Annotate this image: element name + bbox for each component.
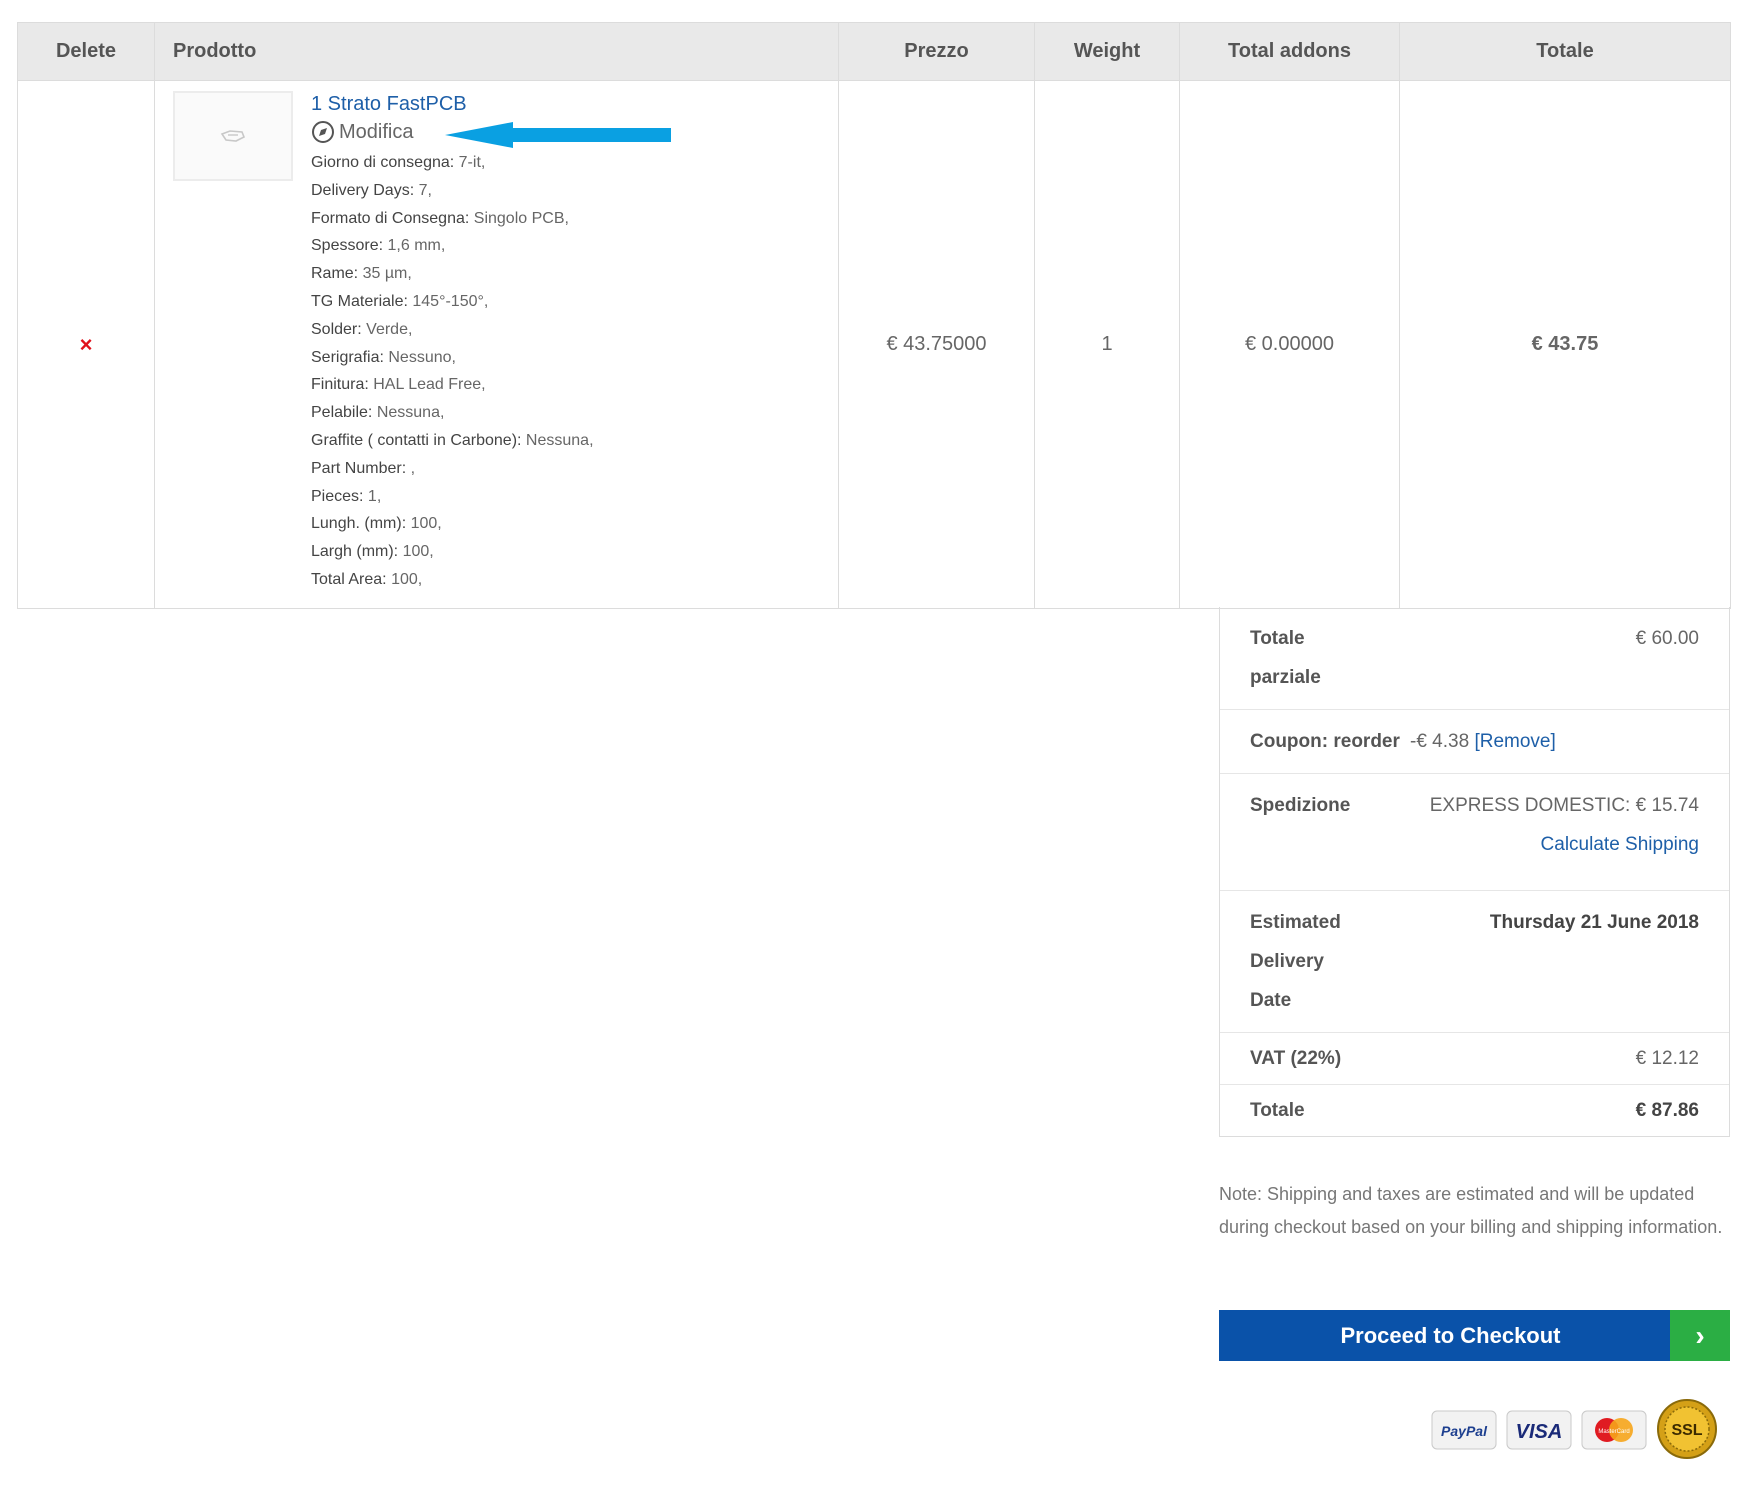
attribute-item: Pelabile: Nessuna, — [311, 404, 445, 422]
cart-table: Delete Prodotto Prezzo Weight Total addo… — [17, 22, 1731, 609]
attribute-item: Formato di Consegna: Singolo PCB, — [311, 209, 569, 227]
shipping-row: Spedizione EXPRESS DOMESTIC: € 15.74 Cal… — [1220, 774, 1729, 891]
grand-total-value: € 87.86 — [1635, 1100, 1699, 1121]
mastercard-logo-icon: MasterCard — [1581, 1410, 1647, 1450]
header-price: Prezzo — [838, 22, 1035, 81]
coupon-value: -€ 4.38 — [1410, 731, 1470, 752]
remove-coupon-link[interactable]: [Remove] — [1474, 731, 1555, 752]
header-product: Prodotto — [154, 22, 839, 81]
attribute-item: Giorno di consegna: 7-it, — [311, 154, 486, 171]
calculate-shipping-link[interactable]: Calculate Shipping — [1430, 825, 1699, 864]
coupon-row: Coupon: reorder -€ 4.38 [Remove] — [1220, 710, 1729, 774]
subtotal-value: € 60.00 — [1635, 628, 1699, 649]
attribute-item: Finitura: HAL Lead Free, — [311, 376, 486, 394]
svg-text:VISA: VISA — [1516, 1421, 1563, 1443]
product-cell: 1 Strato FastPCB Modifica Giorno di cons… — [154, 80, 839, 609]
line-total-cell: € 43.75 — [1399, 80, 1731, 609]
attribute-item: Spessore: 1,6 mm, — [311, 237, 446, 255]
cart-totals: Totale parziale € 60.00 Coupon: reorder … — [1219, 607, 1730, 1137]
subtotal-row: Totale parziale € 60.00 — [1220, 607, 1729, 710]
delivery-date-label: Estimated Delivery Date — [1250, 912, 1341, 1011]
edit-label: Modifica — [339, 120, 414, 143]
grand-total-label: Totale — [1250, 1100, 1305, 1121]
proceed-to-checkout-button[interactable]: Proceed to Checkout › — [1219, 1310, 1730, 1361]
header-total: Totale — [1399, 22, 1731, 81]
checkout-label: Proceed to Checkout — [1340, 1322, 1561, 1348]
attribute-item: Lungh. (mm): 100, — [311, 515, 442, 533]
svg-text:SSL: SSL — [1671, 1422, 1702, 1439]
svg-text:PayPal: PayPal — [1441, 1423, 1488, 1439]
chevron-right-icon: › — [1670, 1310, 1730, 1361]
paypal-logo-icon: PayPal — [1431, 1410, 1497, 1450]
product-attributes: Giorno di consegna: 7-it, Delivery Days:… — [311, 149, 594, 594]
vat-row: VAT (22%) € 12.12 — [1220, 1033, 1729, 1085]
attribute-item: Serigrafia: Nessuno, — [311, 348, 456, 366]
attribute-item: Graffite ( contatti in Carbone): Nessuna… — [311, 431, 594, 449]
vat-value: € 12.12 — [1635, 1048, 1699, 1069]
svg-text:MasterCard: MasterCard — [1598, 1429, 1629, 1435]
attribute-item: Rame: 35 µm, — [311, 265, 412, 283]
ssl-seal-icon: SSL — [1657, 1399, 1717, 1459]
placeholder-image-icon — [220, 130, 246, 142]
attribute-item: Part Number: , — [311, 459, 416, 477]
addons-cell: € 0.00000 — [1179, 80, 1400, 609]
grand-total-row: Totale € 87.86 — [1220, 1085, 1729, 1136]
product-thumbnail[interactable] — [173, 91, 293, 181]
delete-item-icon[interactable]: × — [80, 332, 93, 357]
weight-cell: 1 — [1034, 80, 1180, 609]
vat-label: VAT (22%) — [1250, 1048, 1342, 1069]
attribute-item: Delivery Days: 7, — [311, 181, 432, 199]
cart-header-row: Delete Prodotto Prezzo Weight Total addo… — [17, 22, 1731, 81]
product-name-link[interactable]: 1 Strato FastPCB — [311, 91, 594, 117]
cart-item-row: × 1 Strato FastPCB Modifica Giorno di co… — [17, 80, 1731, 609]
header-weight: Weight — [1034, 22, 1180, 81]
attribute-item: Pieces: 1, — [311, 487, 382, 505]
subtotal-label: Totale parziale — [1250, 628, 1321, 688]
shipping-note: Note: Shipping and taxes are estimated a… — [1219, 1184, 1723, 1237]
delete-cell: × — [17, 80, 155, 609]
attribute-item: TG Materiale: 145°-150°, — [311, 292, 489, 310]
delivery-date-value: Thursday 21 June 2018 — [1489, 912, 1699, 933]
attribute-item: Total Area: 100, — [311, 570, 423, 588]
shipping-value: EXPRESS DOMESTIC: € 15.74 — [1429, 795, 1699, 816]
attribute-item: Solder: Verde, — [311, 320, 413, 338]
price-cell: € 43.75000 — [838, 80, 1035, 609]
header-delete: Delete — [17, 22, 155, 81]
edit-compass-icon — [312, 121, 334, 143]
coupon-label: Coupon: reorder — [1250, 731, 1400, 752]
shipping-label: Spedizione — [1250, 795, 1351, 816]
annotation-arrow-icon — [445, 122, 671, 148]
visa-logo-icon: VISA — [1506, 1410, 1572, 1450]
delivery-date-row: Estimated Delivery Date Thursday 21 June… — [1220, 891, 1729, 1033]
attribute-item: Largh (mm): 100, — [311, 543, 434, 561]
header-total-addons: Total addons — [1179, 22, 1400, 81]
